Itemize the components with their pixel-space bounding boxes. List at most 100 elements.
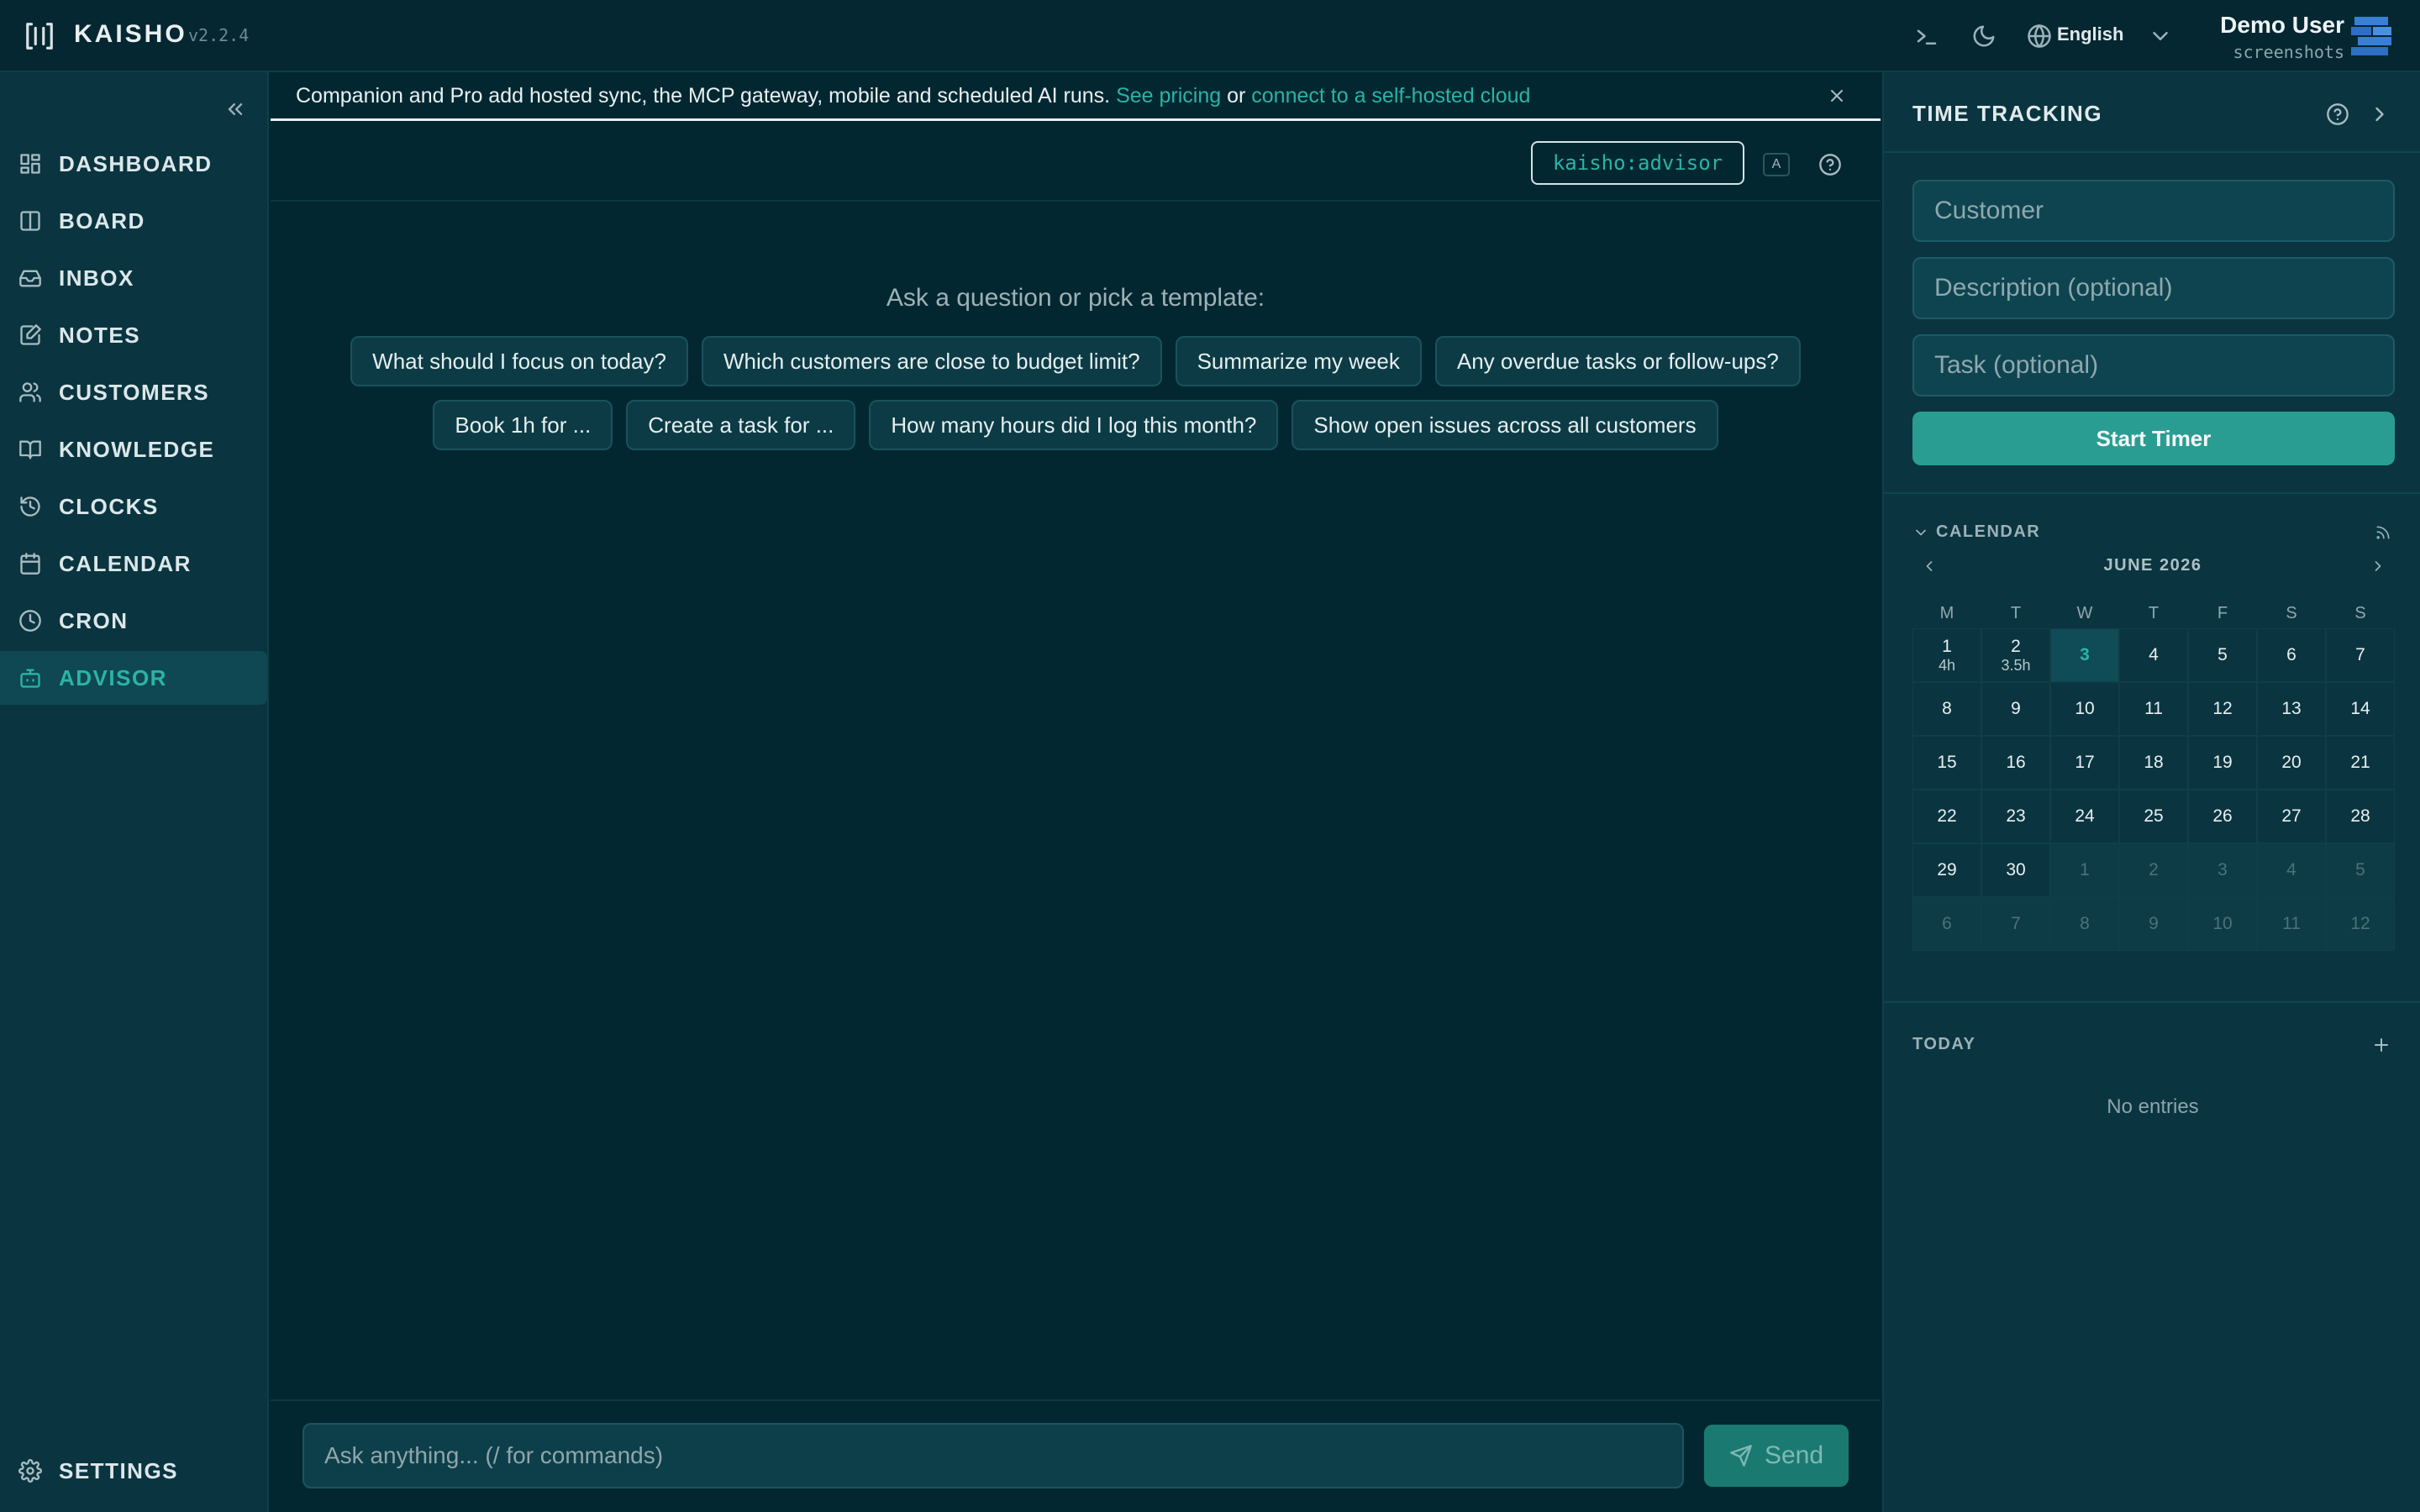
calendar-day[interactable]: 20 xyxy=(2257,736,2326,790)
sidebar-item-dashboard[interactable]: DASHBOARD xyxy=(0,137,267,191)
user-name[interactable]: Demo User xyxy=(2220,12,2344,39)
calendar-day[interactable]: 12 xyxy=(2326,897,2395,951)
chevron-down-icon[interactable] xyxy=(1912,524,1929,541)
agent-tag[interactable]: kaisho:advisor xyxy=(1531,141,1744,185)
calendar-day[interactable]: 6 xyxy=(1912,897,1981,951)
template-chip[interactable]: Which customers are close to budget limi… xyxy=(701,336,1162,386)
day-number: 21 xyxy=(2350,752,2370,772)
help-icon[interactable] xyxy=(1818,153,1842,176)
calendar-day[interactable]: 24 xyxy=(2050,790,2119,843)
avatar[interactable] xyxy=(2351,17,2391,55)
calendar-day[interactable]: 7 xyxy=(1981,897,2050,951)
send-label: Send xyxy=(1764,1441,1824,1469)
calendar-day[interactable]: 11 xyxy=(2257,897,2326,951)
sidebar-item-settings[interactable]: SETTINGS xyxy=(0,1444,267,1498)
collapse-sidebar-icon[interactable] xyxy=(224,97,247,121)
calendar-day[interactable]: 29 xyxy=(1912,843,1981,897)
dark-mode-icon[interactable] xyxy=(1971,24,1996,49)
day-number: 9 xyxy=(2149,913,2159,933)
calendar-day[interactable]: 11 xyxy=(2119,682,2188,736)
template-chip[interactable]: Summarize my week xyxy=(1175,336,1422,386)
chevron-down-icon[interactable] xyxy=(2148,24,2173,49)
sidebar-item-calendar[interactable]: CALENDAR xyxy=(0,537,267,591)
calendar-day[interactable]: 4 xyxy=(2119,628,2188,682)
calendar-day[interactable]: 22 xyxy=(1912,790,1981,843)
ask-input[interactable] xyxy=(302,1423,1684,1488)
calendar-day[interactable]: 10 xyxy=(2188,897,2257,951)
terminal-icon[interactable] xyxy=(1914,24,1939,49)
sidebar-item-label: CRON xyxy=(59,607,129,633)
calendar-day-today[interactable]: 3 xyxy=(2050,628,2119,682)
calendar-day[interactable]: 10 xyxy=(2050,682,2119,736)
day-number: 6 xyxy=(2286,644,2296,664)
sidebar-item-advisor[interactable]: ADVISOR xyxy=(0,651,267,705)
calendar-day[interactable]: 1 xyxy=(2050,843,2119,897)
calendar-day[interactable]: 30 xyxy=(1981,843,2050,897)
globe-icon[interactable] xyxy=(2027,24,2052,49)
calendar-day[interactable]: 3 xyxy=(2188,843,2257,897)
close-icon[interactable] xyxy=(1827,86,1847,106)
calendar-day[interactable]: 2 3.5h xyxy=(1981,628,2050,682)
calendar-day[interactable]: 8 xyxy=(2050,897,2119,951)
calendar-section-label[interactable]: CALENDAR xyxy=(1936,522,2040,542)
calendar-day[interactable]: 18 xyxy=(2119,736,2188,790)
calendar-day[interactable]: 9 xyxy=(2119,897,2188,951)
template-chip[interactable]: How many hours did I log this month? xyxy=(869,400,1279,450)
day-number: 1 xyxy=(2080,859,2090,879)
calendar-day[interactable]: 9 xyxy=(1981,682,2050,736)
template-chip[interactable]: Book 1h for ... xyxy=(433,400,613,450)
calendar-day[interactable]: 26 xyxy=(2188,790,2257,843)
language-select[interactable]: English xyxy=(2057,24,2123,45)
sidebar-item-clocks[interactable]: CLOCKS xyxy=(0,480,267,533)
rss-feed-icon[interactable] xyxy=(2375,524,2391,541)
calendar-day[interactable]: 5 xyxy=(2188,628,2257,682)
self-hosted-cloud-link[interactable]: connect to a self-hosted cloud xyxy=(1251,84,1530,108)
calendar-day[interactable]: 7 xyxy=(2326,628,2395,682)
chevron-right-icon[interactable] xyxy=(2368,102,2391,126)
calendar-day[interactable]: 27 xyxy=(2257,790,2326,843)
template-chip[interactable]: Any overdue tasks or follow-ups? xyxy=(1434,336,1801,386)
calendar-day[interactable]: 19 xyxy=(2188,736,2257,790)
calendar-day[interactable]: 13 xyxy=(2257,682,2326,736)
calendar-day[interactable]: 21 xyxy=(2326,736,2395,790)
start-timer-button[interactable]: Start Timer xyxy=(1912,412,2395,465)
calendar-day[interactable]: 5 xyxy=(2326,843,2395,897)
template-chip[interactable]: What should I focus on today? xyxy=(350,336,688,386)
day-number: 4 xyxy=(2149,644,2159,664)
help-icon[interactable] xyxy=(2326,102,2349,126)
agent-key-badge[interactable]: A xyxy=(1763,153,1790,176)
calendar-day[interactable]: 8 xyxy=(1912,682,1981,736)
calendar-day[interactable]: 1 4h xyxy=(1912,628,1981,682)
book-icon xyxy=(18,438,42,461)
customer-field[interactable] xyxy=(1912,180,2395,242)
calendar-day[interactable]: 25 xyxy=(2119,790,2188,843)
send-button[interactable]: Send xyxy=(1704,1425,1849,1487)
sidebar-item-board[interactable]: BOARD xyxy=(0,194,267,248)
calendar-day[interactable]: 23 xyxy=(1981,790,2050,843)
calendar-day[interactable]: 15 xyxy=(1912,736,1981,790)
app-logo-icon xyxy=(24,20,55,52)
calendar-day[interactable]: 2 xyxy=(2119,843,2188,897)
day-number: 17 xyxy=(2075,752,2095,772)
sidebar-item-inbox[interactable]: INBOX xyxy=(0,251,267,305)
description-field[interactable] xyxy=(1912,257,2395,319)
see-pricing-link[interactable]: See pricing xyxy=(1116,84,1221,108)
task-field[interactable] xyxy=(1912,334,2395,396)
calendar-day[interactable]: 16 xyxy=(1981,736,2050,790)
day-number: 15 xyxy=(1937,752,1957,772)
chevron-right-icon[interactable] xyxy=(2370,558,2386,575)
calendar-day[interactable]: 12 xyxy=(2188,682,2257,736)
add-entry-icon[interactable] xyxy=(2371,1035,2391,1055)
sidebar-item-notes[interactable]: NOTES xyxy=(0,308,267,362)
calendar-day[interactable]: 6 xyxy=(2257,628,2326,682)
sidebar-item-knowledge[interactable]: KNOWLEDGE xyxy=(0,423,267,476)
calendar-day[interactable]: 17 xyxy=(2050,736,2119,790)
template-chip[interactable]: Create a task for ... xyxy=(626,400,856,450)
calendar-day[interactable]: 4 xyxy=(2257,843,2326,897)
sidebar-item-customers[interactable]: CUSTOMERS xyxy=(0,365,267,419)
weekday-header: S xyxy=(2354,603,2366,622)
sidebar-item-cron[interactable]: CRON xyxy=(0,594,267,648)
template-chip[interactable]: Show open issues across all customers xyxy=(1292,400,1718,450)
calendar-day[interactable]: 28 xyxy=(2326,790,2395,843)
calendar-day[interactable]: 14 xyxy=(2326,682,2395,736)
